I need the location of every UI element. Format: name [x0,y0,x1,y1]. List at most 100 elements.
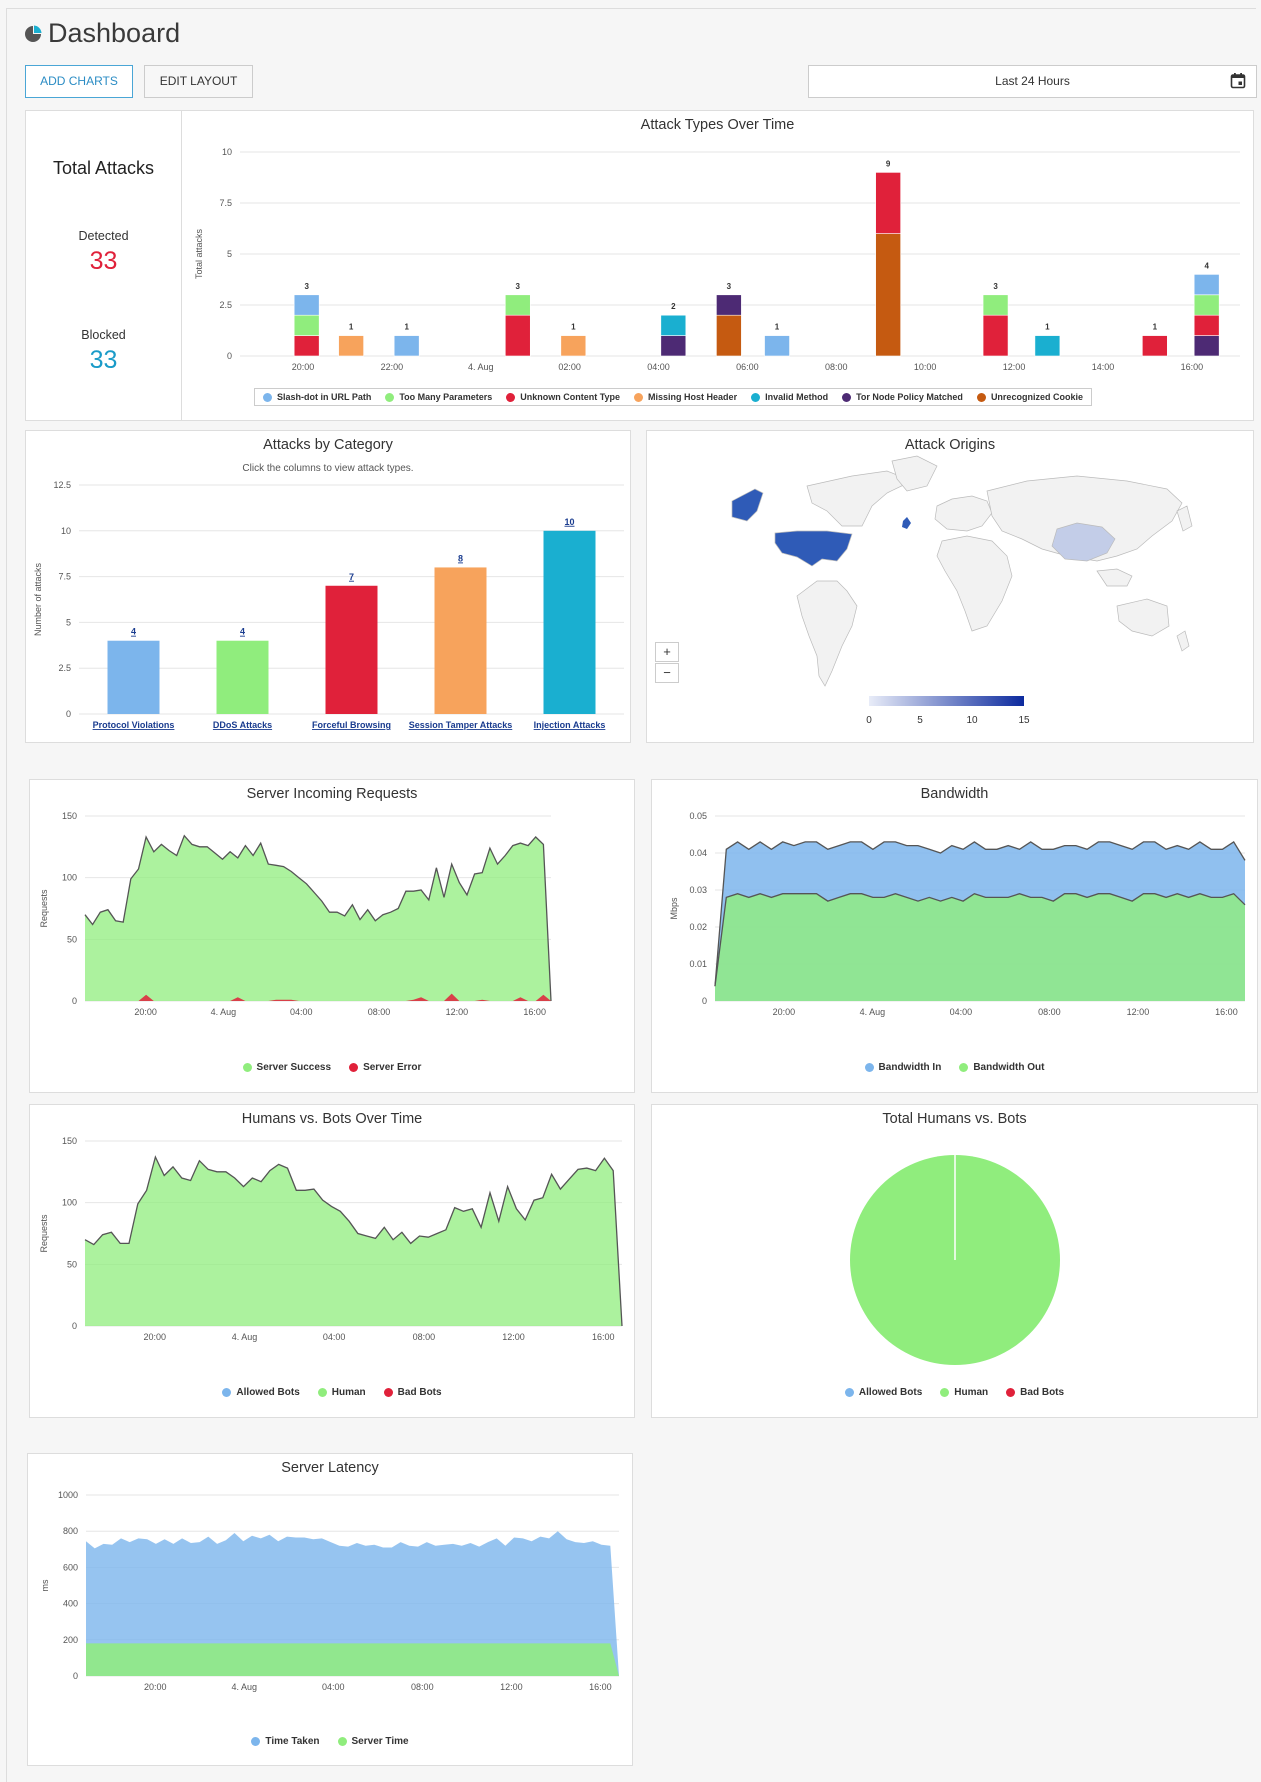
legend-label: Time Taken [265,1736,320,1747]
y-tick-label: 50 [67,934,77,944]
legend-item[interactable]: Server Success [242,1062,332,1073]
x-tick-label: 14:00 [1092,362,1115,372]
attack-summary-panel: Total Attacks Detected 33 Blocked 33 Att… [25,110,1254,421]
x-tick-label: 04:00 [322,1682,345,1692]
add-charts-button[interactable]: ADD CHARTS [25,65,133,98]
server-latency-panel[interactable]: Server Latency 1000 800 600 400 200 0 ms 20:00 4… [27,1453,633,1766]
legend-item[interactable]: Time Taken [251,1736,320,1747]
server-requests-panel[interactable]: Server Incoming Requests 150 100 50 0 Reques… [29,779,635,1093]
x-tick-label: 08:00 [1038,1007,1061,1017]
legend-item[interactable]: Human [317,1387,366,1398]
y-tick-label: 1000 [58,1490,78,1500]
y-tick-label: 800 [63,1526,78,1536]
legend-item[interactable]: Server Time [337,1736,409,1747]
legend-dot [317,1388,327,1397]
y-tick-label: 5 [227,249,232,259]
bar-total-label: 3 [516,282,521,291]
x-tick-label: 4. Aug [211,1007,237,1017]
bar-segment [560,335,587,357]
y-tick-label: 0.04 [689,848,707,858]
y-tick-label: 0 [72,1321,77,1331]
legend-item[interactable]: Bandwidth Out [959,1062,1044,1073]
legend-dot [506,392,516,402]
legend-label: Bandwidth In [878,1062,942,1073]
y-tick-label: 0 [72,996,77,1006]
attacks-by-category-panel[interactable]: Attacks by Category Click the columns to… [25,430,631,743]
bar-total-label: 1 [1153,323,1158,332]
legend-item[interactable]: Server Error [349,1062,421,1073]
legend-item[interactable]: Bandwidth In [864,1062,942,1073]
uk-region [902,517,911,529]
map-zoom-in-button[interactable]: + [655,642,679,662]
legend-item[interactable]: Allowed Bots [844,1387,922,1398]
total-humans-bots-legend[interactable]: Allowed Bots Human Bad Bots [652,1387,1257,1398]
legend-item[interactable]: Invalid Method [751,392,828,402]
bar-value-label: 4 [240,627,245,637]
category-bar [543,530,596,714]
category-link[interactable]: Protocol Violations [93,720,175,730]
category-link[interactable]: Forceful Browsing [312,720,391,730]
y-tick-label: 0.02 [689,922,707,932]
x-tick-label: 4. Aug [468,362,494,372]
bandwidth-plot[interactable]: 0.05 0.04 0.03 0.02 0.01 0 Mbps 20:00 4. Aug 04:0… [652,780,1257,1092]
calendar-icon[interactable] [1230,72,1246,89]
legend-label: Bad Bots [397,1387,442,1398]
bar-segment [764,335,790,357]
category-link[interactable]: DDoS Attacks [213,720,272,730]
y-tick-label: 200 [63,1635,78,1645]
legend-item[interactable]: Allowed Bots [222,1387,300,1398]
total-humans-bots-pie[interactable] [652,1105,1257,1417]
legend-item[interactable]: Too Many Parameters [385,392,492,402]
attack-types-legend[interactable]: Slash-dot in URL Path Too Many Parameters… [254,388,1092,406]
x-tick-label: 16:00 [1181,362,1204,372]
legend-item[interactable]: Unknown Content Type [506,392,620,402]
edit-layout-button[interactable]: EDIT LAYOUT [144,65,253,98]
x-tick-label: 20:00 [773,1007,796,1017]
legend-dot [385,392,395,402]
attack-types-plot[interactable]: 10 7.5 5 2.5 0 Total attacks 20:00 22:00 4. Aug 0… [182,111,1253,420]
legend-item[interactable]: Unrecognized Cookie [976,392,1083,402]
legend-label: Server Success [256,1062,332,1073]
category-plot[interactable]: 12.5 10 7.5 5 2.5 0 Number of attacks 4 Protocol… [26,431,630,742]
legend-item[interactable]: Human [940,1387,988,1398]
latency-legend[interactable]: Time Taken Server Time [28,1736,632,1747]
legend-label: Slash-dot in URL Path [277,392,372,402]
requests-plot[interactable]: 150 100 50 0 Requests 20:00 4. Aug 04:00 08:00 12… [30,780,634,1092]
bandwidth-panel[interactable]: Bandwidth 0.05 0.04 0.03 0.02 0.01 0 Mbps 20:00… [651,779,1258,1093]
y-tick-label: 0.01 [689,959,707,969]
legend-item[interactable]: Bad Bots [1006,1387,1064,1398]
humans-bots-plot[interactable]: 150 100 50 0 Requests 20:00 4. Aug 04:00 08:00 12… [30,1105,634,1417]
category-link[interactable]: Session Tamper Attacks [409,720,513,730]
legend-item[interactable]: Bad Bots [383,1387,442,1398]
category-link[interactable]: Injection Attacks [534,720,606,730]
legend-item[interactable]: Slash-dot in URL Path [263,392,371,402]
humans-bots-legend[interactable]: Allowed Bots Human Bad Bots [30,1387,634,1398]
legend-item[interactable]: Missing Host Header [634,392,737,402]
x-tick-label: 04:00 [647,362,670,372]
x-tick-label: 12:00 [1127,1007,1150,1017]
map-zoom-out-button[interactable]: − [655,663,679,683]
legend-item[interactable]: Tor Node Policy Matched [842,392,963,402]
scale-label: 10 [966,715,978,726]
latency-plot[interactable]: 1000 800 600 400 200 0 ms 20:00 4. Aug 04:00 08:00… [28,1454,632,1765]
world-map[interactable]: 0 5 10 15 [647,431,1253,742]
legend-dot [222,1388,232,1397]
bandwidth-legend[interactable]: Bandwidth In Bandwidth Out [652,1062,1257,1073]
x-tick-label: 16:00 [589,1682,612,1692]
legend-label: Server Time [351,1736,409,1747]
time-range-picker[interactable]: Last 24 Hours [808,65,1257,98]
y-axis-label: Total attacks [194,228,204,279]
usa-region [774,530,853,567]
area-fill [86,1643,619,1676]
y-tick-label: 0 [66,709,71,719]
attack-types-chart[interactable]: Attack Types Over Time 10 7.5 5 2.5 0 Total a… [182,111,1253,420]
bar-value-label: 4 [131,627,136,637]
x-tick-label: 08:00 [413,1332,436,1342]
total-humans-bots-panel[interactable]: Total Humans vs. Bots Allowed Bots Human B… [651,1104,1258,1418]
requests-legend[interactable]: Server Success Server Error [30,1062,634,1073]
attack-origins-panel[interactable]: Attack Origins 0 5 10 15 + − [646,430,1254,743]
category-bar [434,567,487,714]
bar-segment [393,335,420,357]
humans-bots-panel[interactable]: Humans vs. Bots Over Time 150 100 50 0 Reque… [29,1104,635,1418]
bar-segment [716,294,742,316]
